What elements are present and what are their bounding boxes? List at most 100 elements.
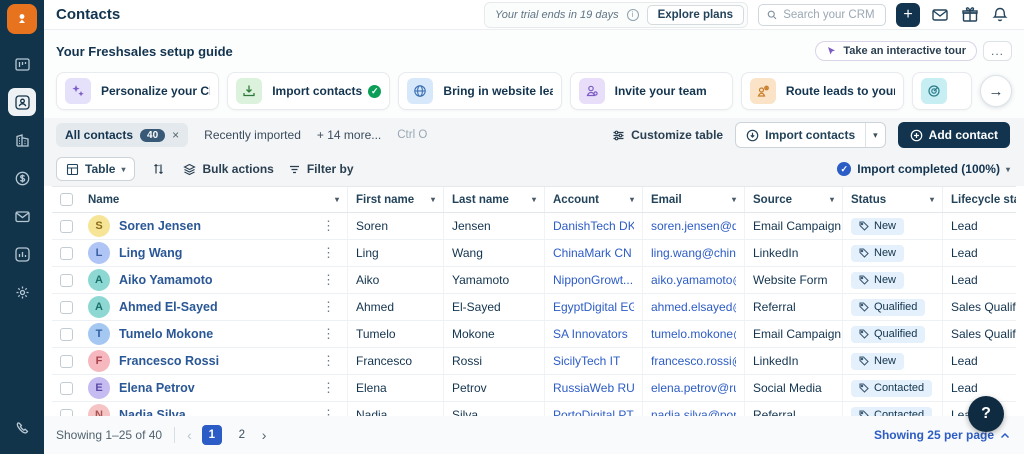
setup-card-website-leads[interactable]: Bring in website leads [398,72,562,110]
setup-card-target[interactable] [912,72,973,110]
row-checkbox[interactable] [59,408,73,416]
sidebar-item-settings[interactable] [8,278,36,306]
email-link[interactable]: francesco.rossi@si... [651,354,736,368]
search-box[interactable] [758,3,886,26]
sidebar-item-contacts[interactable] [8,88,36,116]
row-menu-icon[interactable]: ⋮ [318,353,339,369]
freshsales-logo-icon[interactable] [7,4,37,34]
bell-icon[interactable] [990,5,1010,25]
email-link[interactable]: tumelo.mokone@... [651,327,736,341]
next-page-icon[interactable]: › [262,428,267,442]
info-icon[interactable]: i [626,8,639,21]
setup-next-arrow-button[interactable]: → [980,75,1013,107]
search-input[interactable] [783,8,877,21]
account-link[interactable]: SicilyTech IT [553,354,620,368]
column-header-last-name[interactable]: Last name ▾ [444,187,545,212]
contact-name-link[interactable]: Ling Wang [119,246,182,260]
email-link[interactable]: soren.jensen@dan... [651,219,736,233]
column-header-status[interactable]: Status ▾ [843,187,943,212]
close-tab-icon[interactable]: × [172,129,179,141]
import-contacts-button[interactable]: Import contacts [736,123,865,147]
row-checkbox[interactable] [59,354,73,368]
prev-page-icon[interactable]: ‹ [187,428,192,442]
add-contact-button[interactable]: Add contact [897,122,1010,148]
column-dropdown-icon[interactable]: ▾ [830,195,834,204]
account-link[interactable]: EgyptDigital EG [553,300,634,314]
column-header-first-name[interactable]: First name ▾ [348,187,444,212]
column-header-source[interactable]: Source ▾ [745,187,843,212]
select-all-checkbox[interactable] [59,193,73,206]
contact-name-link[interactable]: Soren Jensen [119,219,201,233]
contact-name-link[interactable]: Francesco Rossi [119,354,219,368]
email-link[interactable]: elena.petrov@russ... [651,381,736,395]
sort-icon[interactable] [149,159,169,179]
row-menu-icon[interactable]: ⋮ [318,380,339,396]
quick-add-button[interactable]: + [896,2,920,27]
row-menu-icon[interactable]: ⋮ [318,272,339,288]
help-button[interactable]: ? [968,396,1004,432]
gift-icon[interactable] [960,5,980,25]
account-link[interactable]: PortoDigital PT [553,408,634,416]
setup-card-invite-team[interactable]: Invite your team [569,72,733,110]
email-link[interactable]: nadia.silva@port... [651,408,736,416]
email-link[interactable]: ling.wang@china... [651,246,736,260]
interactive-tour-button[interactable]: Take an interactive tour [815,41,977,61]
sidebar-item-analytics[interactable] [8,240,36,268]
account-link[interactable]: RussiaWeb RU [553,381,634,395]
contact-name-link[interactable]: Elena Petrov [119,381,195,395]
setup-card-route-leads[interactable]: Route leads to your team [740,72,905,110]
row-checkbox[interactable] [59,381,73,395]
setup-more-button[interactable]: ... [982,41,1012,61]
contact-name-link[interactable]: Aiko Yamamoto [119,273,213,287]
row-menu-icon[interactable]: ⋮ [318,407,339,416]
import-status[interactable]: ✓ Import completed (100%) ▾ [837,162,1010,176]
setup-card-import[interactable]: Import contacts ✓ [227,72,391,110]
row-checkbox[interactable] [59,300,73,314]
account-link[interactable]: ChinaMark CN [553,246,632,260]
bulk-actions-button[interactable]: Bulk actions [183,162,274,176]
contact-name-link[interactable]: Tumelo Mokone [119,327,213,341]
import-dropdown-caret[interactable]: ▾ [865,123,885,147]
row-menu-icon[interactable]: ⋮ [318,218,339,234]
sidebar-item-dashboard[interactable] [8,50,36,78]
account-link[interactable]: DanishTech DK [553,219,634,233]
row-menu-icon[interactable]: ⋮ [318,245,339,261]
contact-name-link[interactable]: Ahmed El-Sayed [119,300,218,314]
row-checkbox[interactable] [59,327,73,341]
row-menu-icon[interactable]: ⋮ [318,299,339,315]
page-button-2[interactable]: 2 [232,425,252,445]
account-link[interactable]: SA Innovators [553,327,628,341]
sidebar-item-deals[interactable] [8,164,36,192]
sidebar-item-email[interactable] [8,202,36,230]
email-link[interactable]: aiko.yamamoto@... [651,273,736,287]
column-dropdown-icon[interactable]: ▾ [732,195,736,204]
setup-card-personalize[interactable]: Personalize your CRM [56,72,220,110]
column-header-account[interactable]: Account ▾ [545,187,643,212]
column-header-email[interactable]: Email ▾ [643,187,745,212]
tab-more-views[interactable]: + 14 more... [317,128,381,142]
sidebar-item-accounts[interactable] [8,126,36,154]
row-checkbox[interactable] [59,246,73,260]
tab-all-contacts[interactable]: All contacts 40 × [56,123,189,147]
tab-recently-imported[interactable]: Recently imported [204,128,301,142]
column-header-lifecycle-stage[interactable]: Lifecycle stage [943,187,1016,212]
row-menu-icon[interactable]: ⋮ [318,326,339,342]
view-selector-button[interactable]: Table ▾ [56,157,136,181]
filter-by-button[interactable]: Filter by [288,162,354,176]
page-button-1[interactable]: 1 [201,425,222,445]
column-dropdown-icon[interactable]: ▾ [630,195,634,204]
column-dropdown-icon[interactable]: ▾ [930,195,934,204]
column-dropdown-icon[interactable]: ▾ [335,195,339,204]
contact-name-link[interactable]: Nadia Silva [119,408,186,416]
column-header-name[interactable]: Name ▾ [80,187,348,212]
column-dropdown-icon[interactable]: ▾ [532,195,536,204]
row-checkbox[interactable] [59,219,73,233]
email-icon[interactable] [930,5,950,25]
sidebar-item-phone[interactable] [8,414,36,442]
email-link[interactable]: ahmed.elsayed@e... [651,300,736,314]
column-dropdown-icon[interactable]: ▾ [431,195,435,204]
explore-plans-button[interactable]: Explore plans [646,4,744,25]
account-link[interactable]: NipponGrowt... [553,273,633,287]
row-checkbox[interactable] [59,273,73,287]
customize-table-button[interactable]: Customize table [612,128,723,142]
